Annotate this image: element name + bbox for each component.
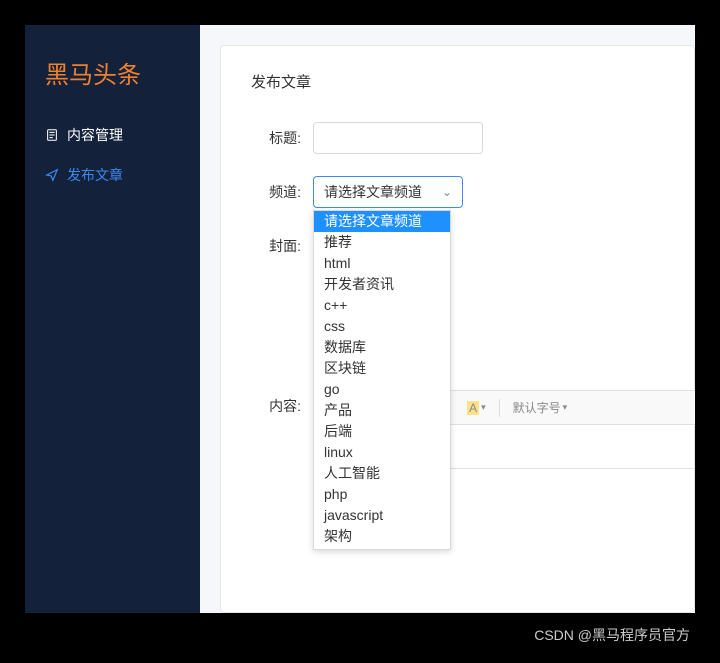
dropdown-option[interactable]: 开发者资讯	[314, 274, 450, 295]
watermark: CSDN @黑马程序员官方	[534, 625, 690, 645]
font-size-select[interactable]: 默认字号▾	[507, 395, 574, 420]
toolbar-separator	[499, 399, 500, 417]
publish-card: 发布文章 标题: 频道: 请选择文章频道 ⌄ 请选择文章频道推荐html开发者资…	[220, 45, 695, 613]
dropdown-option[interactable]: 人工智能	[314, 463, 450, 484]
document-icon	[45, 128, 59, 142]
title-input[interactable]	[313, 122, 483, 154]
sidebar-item-label: 内容管理	[67, 125, 123, 145]
cover-label: 封面:	[251, 230, 301, 256]
channel-select[interactable]: 请选择文章频道 ⌄	[313, 176, 463, 208]
sidebar-item-label: 发布文章	[67, 165, 123, 185]
dropdown-option[interactable]: 请选择文章频道	[314, 211, 450, 232]
dropdown-option[interactable]: 产品	[314, 400, 450, 421]
dropdown-option[interactable]: c++	[314, 295, 450, 316]
card-title: 发布文章	[251, 71, 664, 92]
dropdown-option[interactable]: 架构	[314, 526, 450, 547]
app-logo: 黑马头条	[25, 45, 200, 115]
bg-color-button[interactable]: A▾	[461, 397, 492, 419]
dropdown-option[interactable]: php	[314, 484, 450, 505]
channel-label: 频道:	[251, 176, 301, 202]
sidebar-item-content-management[interactable]: 内容管理	[25, 115, 200, 155]
dropdown-option[interactable]: javascript	[314, 505, 450, 526]
chevron-down-icon: ⌄	[442, 185, 452, 199]
send-icon	[45, 168, 59, 182]
form-row-channel: 频道: 请选择文章频道 ⌄ 请选择文章频道推荐html开发者资讯c++css数据…	[251, 176, 664, 208]
dropdown-option[interactable]: 数据库	[314, 337, 450, 358]
dropdown-option[interactable]: css	[314, 316, 450, 337]
sidebar-item-publish-article[interactable]: 发布文章	[25, 155, 200, 195]
sidebar: 黑马头条 内容管理 发布文章	[25, 25, 200, 613]
dropdown-option[interactable]: go	[314, 379, 450, 400]
dropdown-option[interactable]: 后端	[314, 421, 450, 442]
channel-dropdown[interactable]: 请选择文章频道推荐html开发者资讯c++css数据库区块链go产品后端linu…	[313, 210, 451, 550]
content-label: 内容:	[251, 390, 301, 416]
title-label: 标题:	[251, 122, 301, 148]
dropdown-option[interactable]: html	[314, 253, 450, 274]
dropdown-option[interactable]: 区块链	[314, 358, 450, 379]
dropdown-option[interactable]: 推荐	[314, 232, 450, 253]
form-row-title: 标题:	[251, 122, 664, 154]
channel-select-value: 请选择文章频道	[324, 182, 422, 202]
main-content: 发布文章 标题: 频道: 请选择文章频道 ⌄ 请选择文章频道推荐html开发者资…	[200, 25, 695, 613]
dropdown-option[interactable]: linux	[314, 442, 450, 463]
dropdown-option[interactable]: 前端	[314, 547, 450, 550]
